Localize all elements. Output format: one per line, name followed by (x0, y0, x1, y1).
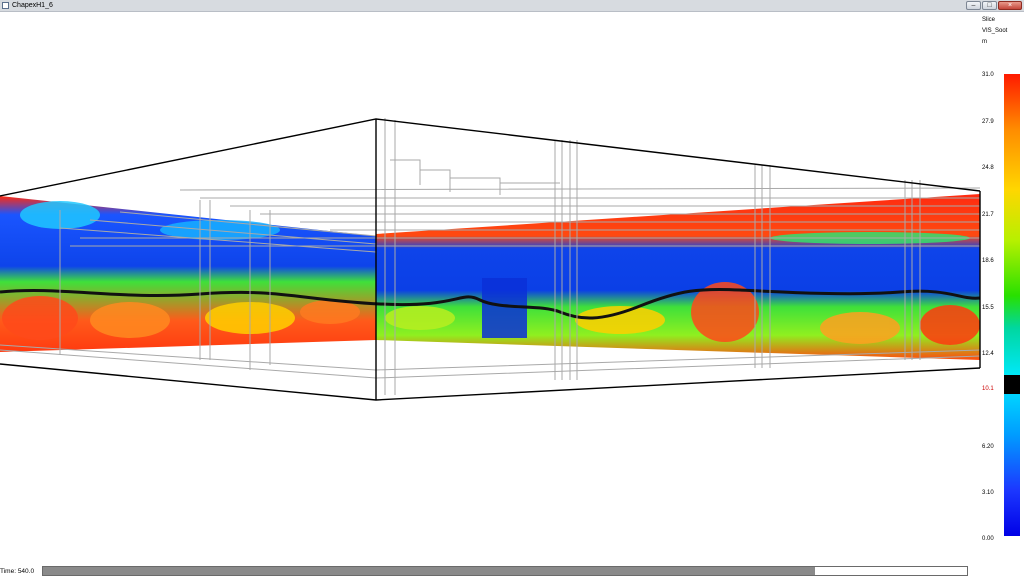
time-label: Time: 540.0 (0, 568, 35, 575)
render-viewport[interactable] (0, 12, 1024, 564)
colorbar-title-quantity: VIS_Soot (982, 28, 1008, 34)
colorbar-tick: 12.4 (982, 351, 994, 357)
colorbar-tick: 15.5 (982, 305, 994, 311)
smoke-scene (0, 118, 981, 401)
time-slider[interactable] (42, 566, 968, 576)
colorbar-tick: 3.10 (982, 490, 994, 496)
colorbar-tick: 31.0 (982, 72, 994, 78)
colorbar-tick: 27.9 (982, 119, 994, 125)
colorbar-tick: 24.8 (982, 165, 994, 171)
colorbar-tick: 0.00 (982, 536, 994, 542)
colorbar-current-marker (1004, 375, 1020, 394)
colorbar-tick: 18.6 (982, 258, 994, 264)
minimize-button[interactable]: – (966, 1, 981, 10)
colorbar-current-value: 10.1 (982, 386, 994, 392)
window-title: ChapexH1_6 (12, 2, 53, 9)
title-bar: ChapexH1_6 – □ × (0, 0, 1024, 12)
colorbar-title-unit: m (982, 39, 987, 45)
close-button[interactable]: × (998, 1, 1022, 10)
colorbar-title-slice: Slice (982, 17, 996, 23)
time-slider-fill (43, 567, 815, 575)
colorbar-tick: 21.7 (982, 212, 994, 218)
colorbar-tick: 6.20 (982, 444, 994, 450)
app-icon[interactable] (2, 2, 9, 9)
maximize-button[interactable]: □ (982, 1, 997, 10)
colorbar[interactable] (1004, 74, 1020, 536)
time-bar: Time: 540.0 (0, 564, 1024, 576)
